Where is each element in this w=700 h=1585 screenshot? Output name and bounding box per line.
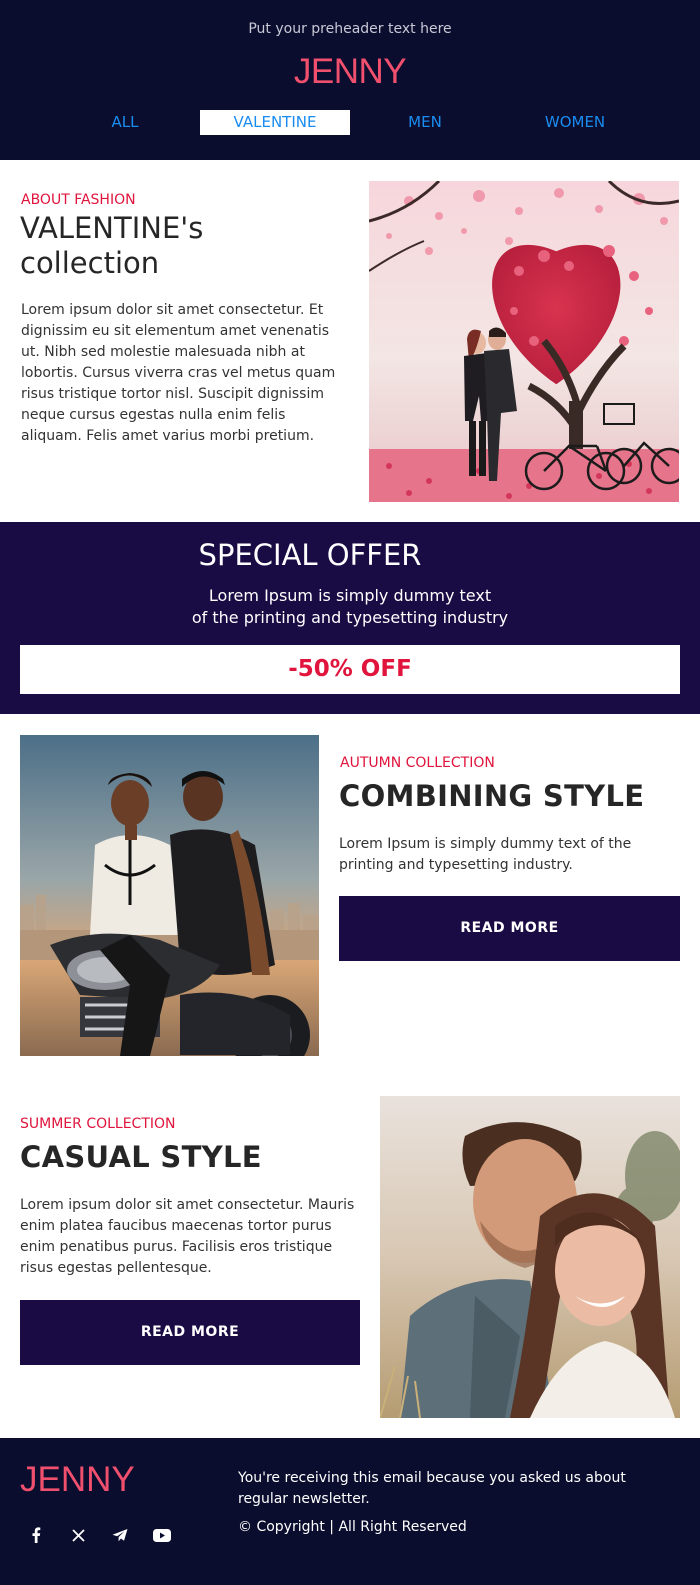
summer-title: CASUAL STYLE [20,1140,262,1174]
nav-item-valentine[interactable]: VALENTINE [200,110,350,135]
telegram-icon[interactable] [104,1520,136,1550]
offer-description: Lorem Ipsum is simply dummy text of the … [0,585,700,629]
email-page: Put your preheader text here JENNY ALL V… [0,0,700,1585]
hero-title-line2: collection [20,246,160,280]
offer-line-1: Lorem Ipsum is simply dummy text [208,586,492,605]
offer-title: SPECIAL OFFER [198,538,422,572]
motorcycle-illustration [20,735,319,1056]
autumn-eyebrow: AUTUMN COLLECTION [340,755,495,771]
valentine-couple-image[interactable] [369,181,679,502]
preheader-text: Put your preheader text here [248,21,452,37]
x-icon[interactable] [62,1520,94,1550]
nav-item-men[interactable]: MEN [350,110,500,135]
autumn-description: Lorem Ipsum is simply dummy text of the … [339,836,632,873]
smiling-couple-image[interactable] [380,1096,680,1418]
summer-eyebrow: SUMMER COLLECTION [20,1116,176,1132]
email-header: Put your preheader text here JENNY ALL V… [0,0,700,160]
youtube-icon[interactable] [146,1520,178,1550]
offer-line-2: of the printing and typesetting industry [191,608,509,627]
hero-description: Lorem ipsum dolor sit amet consectetur. … [21,302,336,444]
summer-read-more-button[interactable]: READ MORE [20,1300,360,1365]
nav-item-women[interactable]: WOMEN [500,110,650,135]
hero-eyebrow: ABOUT FASHION [21,192,136,208]
autumn-read-more-button[interactable]: READ MORE [339,896,680,961]
brand-logo[interactable]: JENNY [0,52,700,92]
footer-notice: You're receiving this email because you … [238,1470,626,1507]
special-offer-banner: SPECIAL OFFER Lorem Ipsum is simply dumm… [0,522,700,714]
autumn-title: COMBINING STYLE [339,779,645,813]
valentine-illustration [369,181,679,502]
nav-item-all[interactable]: ALL [50,110,200,135]
discount-button[interactable]: -50% OFF [20,645,680,694]
footer-logo[interactable]: JENNY [20,1460,135,1500]
copyright-text: © Copyright | All Right Reserved [238,1519,467,1535]
couple-portrait-illustration [380,1096,680,1418]
hero-title-line1: VALENTINE's [20,211,204,245]
social-links [20,1520,190,1550]
hero-title: VALENTINE's collection [20,211,340,281]
email-footer: JENNY You're receiving this email becaus… [0,1438,700,1585]
facebook-icon[interactable] [20,1520,52,1550]
category-nav: ALL VALENTINE MEN WOMEN [50,110,650,135]
motorcycle-couple-image[interactable] [20,735,319,1056]
summer-description: Lorem ipsum dolor sit amet consectetur. … [20,1197,355,1276]
